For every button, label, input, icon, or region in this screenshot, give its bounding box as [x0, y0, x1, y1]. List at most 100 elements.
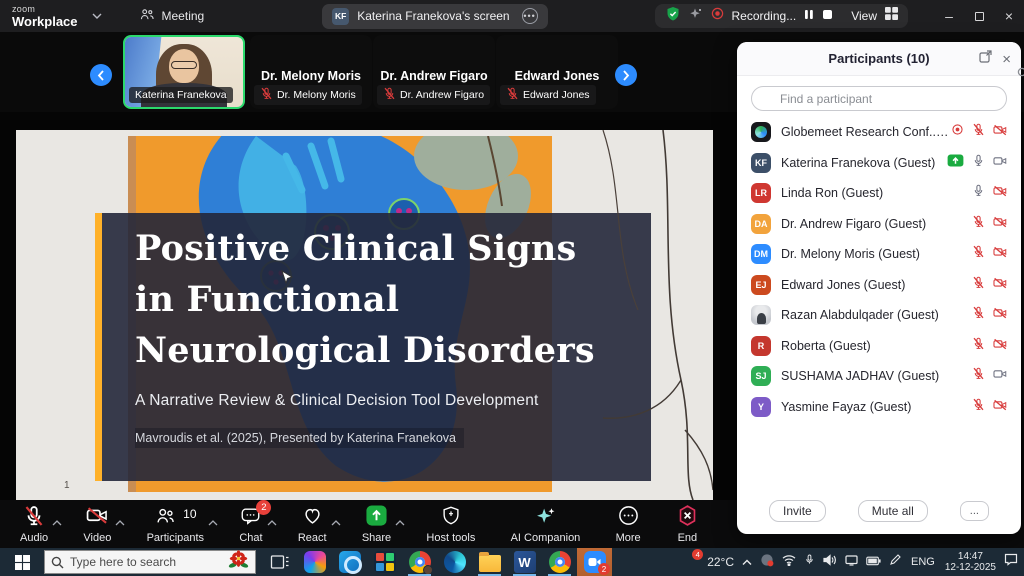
participant-search-input[interactable] — [751, 86, 1007, 111]
participant-mic-icon[interactable] — [972, 337, 985, 355]
taskbar-search-input[interactable] — [70, 555, 208, 569]
participant-row[interactable]: RRoberta (Guest) — [737, 331, 1021, 362]
tray-display-icon[interactable] — [845, 553, 858, 571]
participants-caret-icon[interactable] — [208, 513, 218, 531]
participant-cam-icon[interactable] — [993, 306, 1007, 324]
view-grid-icon[interactable] — [885, 7, 898, 25]
more-options-button[interactable]: ... — [960, 501, 989, 521]
participant-cam-icon[interactable] — [993, 367, 1007, 385]
toolbar-chat-button[interactable]: 2 Chat — [239, 506, 262, 544]
taskbar-search[interactable] — [44, 550, 256, 574]
tab-options-icon[interactable]: ••• — [522, 8, 538, 24]
ai-sparkle-icon[interactable] — [689, 7, 703, 26]
next-participants-button[interactable] — [615, 64, 637, 86]
participant-mic-icon[interactable] — [972, 306, 985, 324]
toolbar-participants-button[interactable]: 10 Participants — [147, 506, 204, 544]
participant-row[interactable]: Razan Alabdulqader (Guest) — [737, 300, 1021, 331]
participant-cam-icon[interactable] — [993, 337, 1007, 355]
taskbar-app-outlook[interactable] — [332, 548, 367, 576]
toolbar-video-button[interactable]: Video — [83, 506, 111, 544]
participant-cam-icon[interactable] — [993, 154, 1007, 172]
zoom-recording-tray-icon[interactable] — [760, 553, 774, 572]
previous-participants-button[interactable] — [90, 64, 112, 86]
mute-all-button[interactable]: Mute all — [858, 500, 928, 522]
host-tools-label: Host tools — [426, 532, 475, 544]
taskbar-app-file-explorer[interactable] — [472, 548, 507, 576]
weather-icon[interactable]: 4 — [681, 553, 699, 571]
taskbar-app-copilot[interactable] — [297, 548, 332, 576]
language-indicator[interactable]: ENG — [911, 556, 935, 568]
participant-mic-icon[interactable] — [972, 215, 985, 233]
pen-icon[interactable] — [889, 553, 901, 571]
toolbar-ai-companion-button[interactable]: AI Companion — [511, 506, 581, 544]
video-tile-remote[interactable]: Edward Jones Edward Jones — [496, 35, 618, 109]
participant-row[interactable]: Globemeet Research Conf... (Host, me) — [737, 117, 1021, 148]
taskbar-app-chrome[interactable] — [542, 548, 577, 576]
participant-cam-icon[interactable] — [993, 184, 1007, 202]
taskbar-app-store[interactable] — [367, 548, 402, 576]
participant-row[interactable]: LRLinda Ron (Guest) — [737, 178, 1021, 209]
clock-time: 14:47 — [945, 551, 996, 562]
audio-caret-icon[interactable] — [52, 513, 62, 531]
participant-row[interactable]: KFKaterina Franekova (Guest) — [737, 148, 1021, 179]
close-panel-icon[interactable]: × — [1002, 51, 1011, 68]
view-label[interactable]: View — [851, 9, 877, 23]
security-shield-icon[interactable] — [665, 6, 681, 27]
invite-button[interactable]: Invite — [769, 500, 826, 522]
stop-recording-icon[interactable] — [822, 7, 833, 25]
toolbar-react-button[interactable]: React — [298, 506, 327, 544]
participant-mic-icon[interactable] — [972, 123, 985, 141]
participant-mic-icon[interactable] — [972, 276, 985, 294]
taskbar-clock[interactable]: 14:47 12-12-2025 — [945, 551, 996, 573]
pop-out-icon[interactable] — [979, 50, 992, 68]
taskbar-app-task-view[interactable] — [262, 548, 297, 576]
participant-cam-icon[interactable] — [993, 245, 1007, 263]
participant-mic-icon[interactable] — [972, 245, 985, 263]
react-caret-icon[interactable] — [331, 513, 341, 531]
participant-cam-icon[interactable] — [993, 276, 1007, 294]
tray-mic-icon[interactable] — [804, 553, 815, 571]
participant-row[interactable]: EJEdward Jones (Guest) — [737, 270, 1021, 301]
video-caret-icon[interactable] — [115, 513, 125, 531]
participant-row[interactable]: SJSUSHAMA JADHAV (Guest) — [737, 361, 1021, 392]
temperature-label[interactable]: 22°C — [707, 555, 734, 569]
end-label: End — [678, 532, 698, 544]
participant-cam-icon[interactable] — [993, 398, 1007, 416]
tab-meeting[interactable]: Meeting — [140, 8, 205, 24]
close-button[interactable]: × — [994, 0, 1024, 32]
chat-caret-icon[interactable] — [267, 513, 277, 531]
participant-mic-icon[interactable] — [972, 154, 985, 172]
taskbar-app-chrome-profile[interactable] — [402, 548, 437, 576]
video-tile-active-speaker[interactable]: Katerina Franekova — [123, 35, 245, 109]
minimize-button[interactable]: – — [934, 0, 964, 32]
taskbar-app-word[interactable]: W — [507, 548, 542, 576]
start-button[interactable] — [0, 548, 44, 576]
toolbar-end-button[interactable]: End — [676, 506, 699, 544]
network-icon[interactable] — [782, 553, 796, 571]
participant-mic-icon[interactable] — [972, 184, 985, 202]
toolbar-audio-button[interactable]: Audio — [20, 506, 48, 544]
participant-row[interactable]: YYasmine Fayaz (Guest) — [737, 392, 1021, 423]
toolbar-host-tools-button[interactable]: Host tools — [426, 506, 475, 544]
participant-cam-icon[interactable] — [993, 123, 1007, 141]
tab-shared-screen[interactable]: KF Katerina Franekova's screen ••• — [322, 4, 547, 29]
participant-cam-icon[interactable] — [993, 215, 1007, 233]
video-tile-remote[interactable]: Dr. Melony Moris Dr. Melony Moris — [250, 35, 372, 109]
pause-recording-icon[interactable] — [804, 7, 814, 25]
maximize-button[interactable] — [964, 0, 994, 32]
participant-mic-icon[interactable] — [972, 398, 985, 416]
participant-mic-icon[interactable] — [972, 367, 985, 385]
video-tile-remote[interactable]: Dr. Andrew Figaro Dr. Andrew Figaro — [373, 35, 495, 109]
tray-volume-icon[interactable] — [823, 553, 837, 571]
participant-row[interactable]: DADr. Andrew Figaro (Guest) — [737, 209, 1021, 240]
participant-row[interactable]: DMDr. Melony Moris (Guest) — [737, 239, 1021, 270]
chevron-down-icon[interactable] — [92, 11, 102, 22]
tray-chevron-up-icon[interactable] — [742, 553, 752, 571]
share-caret-icon[interactable] — [395, 513, 405, 531]
notification-center-icon[interactable] — [1004, 553, 1018, 571]
taskbar-app-edge[interactable] — [437, 548, 472, 576]
toolbar-share-button[interactable]: Share — [362, 506, 391, 544]
toolbar-more-button[interactable]: More — [616, 506, 641, 544]
battery-icon[interactable] — [866, 553, 881, 571]
taskbar-app-zoom[interactable]: 2 — [577, 548, 612, 576]
